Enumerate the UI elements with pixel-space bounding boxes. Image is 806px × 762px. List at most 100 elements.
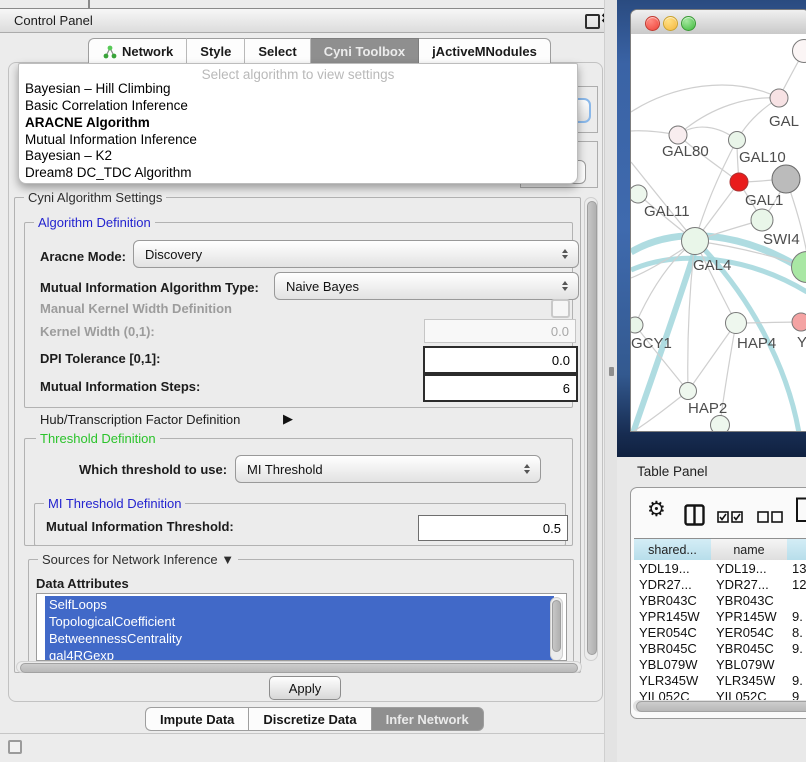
mi-steps-label: Mutual Information Steps:	[40, 379, 200, 394]
split-pane-divider[interactable]	[604, 0, 617, 762]
network-node[interactable]	[679, 382, 697, 400]
network-window-titlebar[interactable]	[631, 10, 806, 35]
table-row[interactable]: YDL19... YDL19... 13	[631, 560, 806, 576]
table-row[interactable]: YDR27... YDR27... 12	[631, 576, 806, 592]
tab-select[interactable]: Select	[245, 38, 310, 65]
algorithm-option[interactable]: Basic Correlation Inference	[23, 98, 188, 114]
aracne-mode-select[interactable]: Discovery	[133, 240, 579, 268]
network-node[interactable]	[728, 131, 746, 149]
table-row[interactable]: YBL079W YBL079W	[631, 656, 806, 672]
network-canvas[interactable]: GAL GAL80 GAL10 GAL1 GAL11 SWI4 GAL4 GCY…	[631, 34, 806, 432]
table-rows: YDL19... YDL19... 13 YDR27... YDR27... 1…	[631, 560, 806, 700]
spinner-icon	[562, 281, 569, 291]
list-item[interactable]: SelfLoops	[49, 597, 107, 614]
mi-threshold-field[interactable]: 0.5	[418, 515, 568, 541]
list-item[interactable]: TopologicalCoefficient	[49, 614, 175, 631]
network-node[interactable]	[710, 415, 730, 432]
node-label: SWI4	[763, 231, 800, 248]
dock-panel-icon[interactable]	[8, 740, 22, 754]
list-item[interactable]: BetweennessCentrality	[49, 631, 182, 648]
mi-type-label: Mutual Information Algorithm Type:	[40, 280, 259, 295]
zoom-traffic-light[interactable]	[681, 16, 696, 31]
column-header-name[interactable]: name	[711, 538, 787, 562]
data-attributes-label: Data Attributes	[36, 576, 129, 591]
kernel-width-field[interactable]: 0.0	[424, 319, 576, 343]
node-label: GAL11	[644, 203, 690, 220]
dpi-tolerance-field[interactable]: 0.0	[423, 346, 578, 374]
network-node[interactable]	[792, 313, 806, 332]
table-row[interactable]: YLR345W YLR345W 9.	[631, 672, 806, 688]
algorithm-option-selected[interactable]: ARACNE Algorithm	[23, 115, 150, 131]
list-scrollbar[interactable]	[550, 597, 563, 661]
table-row[interactable]: YER054C YER054C 8.	[631, 624, 806, 640]
collapse-arrow-icon[interactable]: ▼	[221, 552, 234, 567]
mi-steps-field[interactable]: 6	[423, 374, 578, 402]
control-panel-tabs: Network Style Select Cyni Toolbox jActiv…	[88, 38, 551, 63]
algorithm-definition-title: Algorithm Definition	[34, 215, 155, 230]
float-window-icon[interactable]	[585, 14, 600, 29]
dpi-tolerance-label: DPI Tolerance [0,1]:	[40, 351, 160, 366]
algorithm-option[interactable]: Bayesian – Hill Climbing	[23, 81, 171, 97]
kernel-width-label: Kernel Width (0,1):	[40, 324, 155, 339]
export-table-icon[interactable]	[795, 497, 806, 523]
column-header-partial[interactable]	[787, 538, 806, 562]
algorithm-dropdown-list: Select algorithm to view settings Bayesi…	[18, 63, 578, 184]
network-node[interactable]	[669, 126, 688, 145]
network-node[interactable]	[730, 173, 749, 192]
algorithm-option[interactable]: Mutual Information Inference	[23, 132, 197, 148]
network-window: GAL GAL80 GAL10 GAL1 GAL11 SWI4 GAL4 GCY…	[630, 9, 806, 432]
tab-discretize-data[interactable]: Discretize Data	[248, 707, 370, 731]
node-label: GAL80	[662, 143, 709, 160]
table-row[interactable]: YBR043C YBR043C	[631, 592, 806, 608]
tab-style[interactable]: Style	[187, 38, 245, 65]
algorithm-option[interactable]: Dream8 DC_TDC Algorithm	[23, 165, 192, 181]
tab-network[interactable]: Network	[88, 38, 187, 65]
aracne-mode-label: Aracne Mode:	[40, 249, 126, 264]
expand-arrow-icon[interactable]: ▶	[283, 411, 293, 427]
tab-impute-data[interactable]: Impute Data	[145, 707, 248, 731]
mi-threshold-label: Mutual Information Threshold:	[46, 519, 234, 534]
data-attributes-list: SelfLoops TopologicalCoefficient Between…	[36, 593, 567, 661]
network-node[interactable]	[725, 312, 747, 334]
bottom-tabs: Impute Data Discretize Data Infer Networ…	[145, 707, 484, 729]
network-node[interactable]	[751, 209, 774, 232]
table-panel-title: Table Panel	[637, 464, 708, 479]
node-label: GCY1	[631, 335, 672, 352]
column-header-shared[interactable]: shared...	[634, 538, 711, 562]
mi-type-select[interactable]: Naive Bayes	[274, 272, 579, 300]
algorithm-option[interactable]: Bayesian – K2	[23, 148, 112, 164]
network-icon	[102, 45, 117, 59]
node-label: Y	[797, 334, 806, 351]
table-horizontal-scrollbar[interactable]	[633, 700, 806, 712]
tab-label: Network	[122, 44, 173, 59]
table-row[interactable]: YBR045C YBR045C 9.	[631, 640, 806, 656]
network-node[interactable]	[681, 227, 709, 255]
apply-button[interactable]: Apply	[269, 676, 341, 700]
network-node[interactable]	[772, 165, 801, 194]
table-window: ⚙ shared... name YDL19... YDL19... 13 YD…	[630, 487, 806, 719]
gear-icon[interactable]: ⚙	[647, 497, 666, 522]
tab-jactivemnodules[interactable]: jActiveMNodules	[419, 38, 551, 65]
which-threshold-select[interactable]: MI Threshold	[235, 455, 541, 483]
sources-group-title: Sources for Network Inference ▼	[38, 552, 238, 567]
table-row[interactable]: YIL052C YIL052C 9	[631, 688, 806, 700]
tab-cyni-toolbox[interactable]: Cyni Toolbox	[311, 38, 419, 65]
list-item[interactable]: gal4RGexp	[49, 648, 114, 661]
settings-horizontal-scrollbar[interactable]	[16, 661, 582, 673]
minimize-traffic-light[interactable]	[663, 16, 678, 31]
node-label: HAP2	[688, 400, 727, 417]
dropdown-placeholder: Select algorithm to view settings	[19, 67, 577, 82]
node-label: HAP4	[737, 335, 776, 352]
deselect-all-checkboxes-icon[interactable]	[757, 511, 783, 524]
manual-kernel-checkbox[interactable]	[551, 299, 570, 318]
spinner-icon	[562, 249, 569, 259]
tab-infer-network[interactable]: Infer Network	[371, 707, 484, 731]
table-row[interactable]: YPR145W YPR145W 9.	[631, 608, 806, 624]
split-columns-icon[interactable]	[684, 504, 705, 526]
select-all-checkboxes-icon[interactable]	[717, 511, 743, 524]
control-panel-title: Control Panel	[14, 13, 93, 28]
settings-vertical-scrollbar[interactable]	[584, 197, 598, 661]
network-node[interactable]	[770, 89, 789, 108]
close-traffic-light[interactable]	[645, 16, 660, 31]
window-divider	[0, 733, 617, 734]
